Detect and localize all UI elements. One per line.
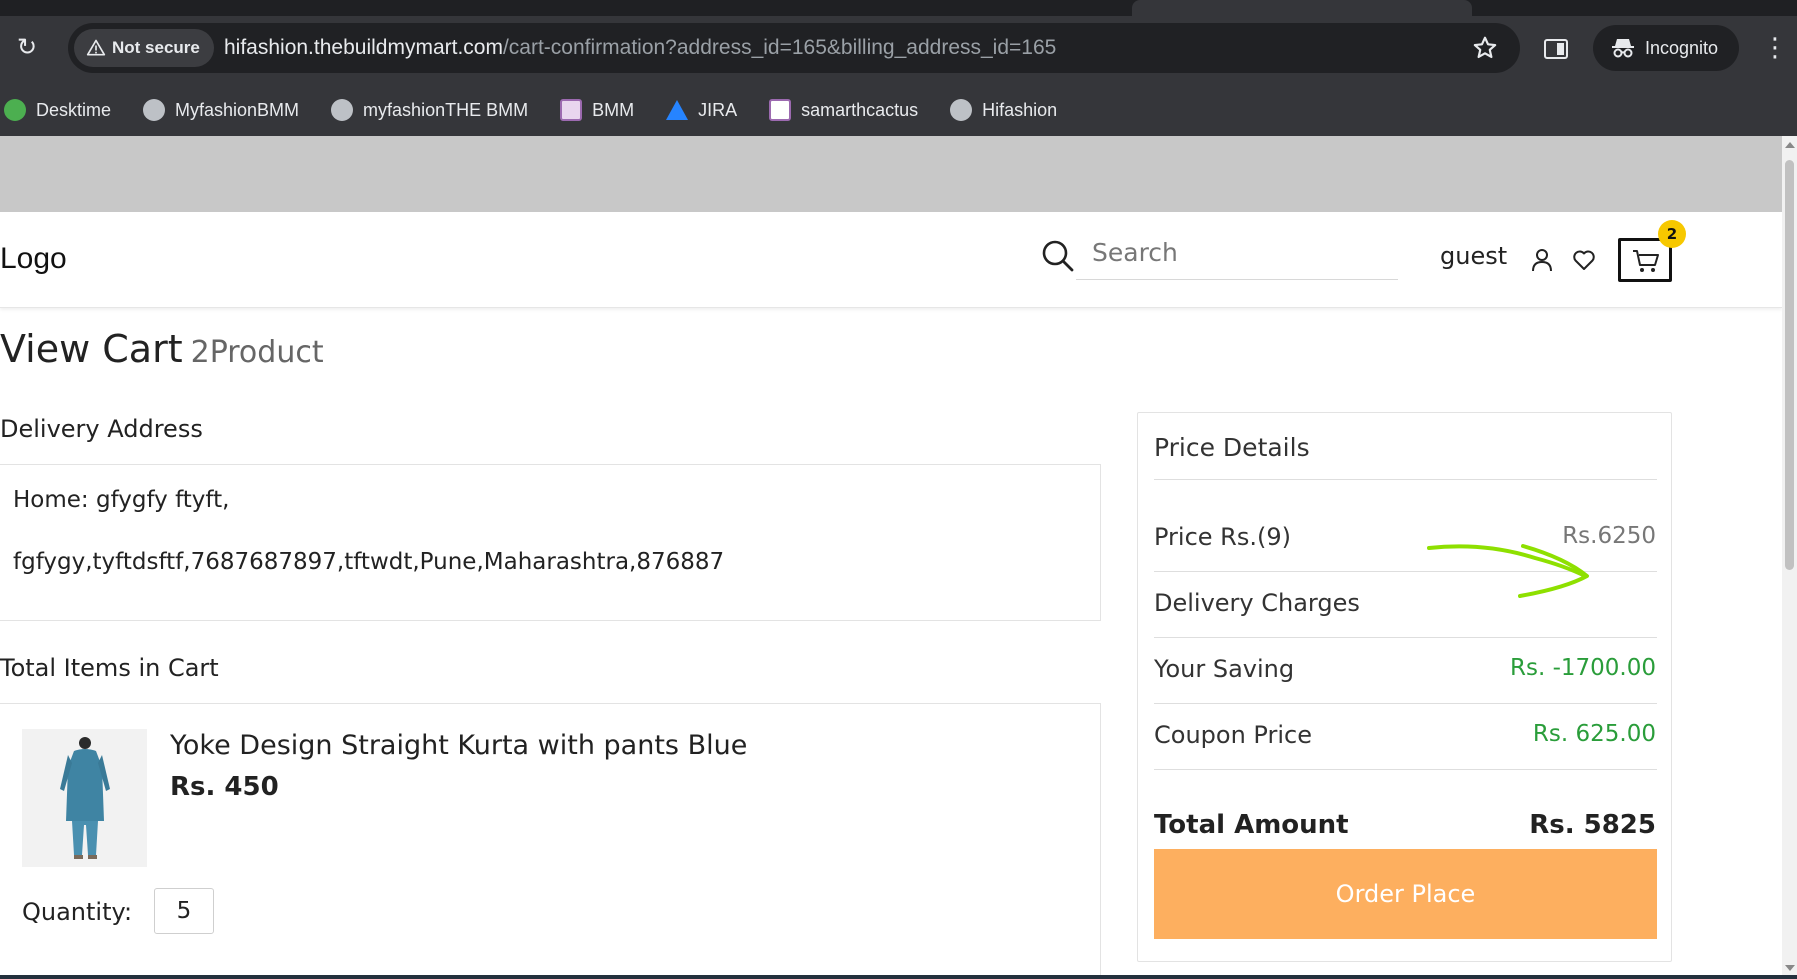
incognito-chip[interactable]: Incognito bbox=[1593, 25, 1739, 71]
search-input[interactable] bbox=[1076, 226, 1398, 280]
bookmark-item[interactable]: Hifashion bbox=[950, 99, 1057, 121]
address-line-1: Home: gfygfy ftyft, bbox=[13, 487, 230, 513]
cactus-icon bbox=[769, 99, 792, 121]
view-cart-title: View Cart bbox=[0, 327, 183, 371]
browser-menu-icon[interactable]: ⋮ bbox=[1762, 32, 1788, 64]
incognito-label: Incognito bbox=[1645, 37, 1719, 58]
order-place-button[interactable]: Order Place bbox=[1154, 849, 1657, 939]
items-title: Total Items in Cart bbox=[0, 654, 219, 682]
coupon-price-value: Rs. 625.00 bbox=[1532, 721, 1656, 747]
delivery-address-card: Home: gfygfy ftyft, fgfygy,tyftdsftf,768… bbox=[0, 464, 1101, 621]
bookmark-label: BMM bbox=[592, 99, 635, 120]
total-amount-label: Total Amount bbox=[1154, 810, 1349, 840]
bookmarks-bar: Desktime MyfashionBMM myfashionTHE BMM BMM J… bbox=[0, 84, 1797, 136]
web-page: Logo guest 2 View Cart2Product Delivery … bbox=[0, 136, 1782, 979]
url-text[interactable]: hifashion.thebuildmymart.com/cart-confir… bbox=[224, 23, 1056, 73]
scroll-thumb[interactable] bbox=[1785, 160, 1794, 570]
browser-tab[interactable] bbox=[1132, 0, 1472, 16]
site-logo[interactable]: Logo bbox=[0, 242, 67, 276]
security-chip[interactable]: Not secure bbox=[74, 29, 214, 67]
wishlist-heart-icon[interactable] bbox=[1572, 248, 1596, 272]
divider bbox=[1154, 479, 1657, 480]
top-banner bbox=[0, 136, 1782, 212]
globe-icon bbox=[143, 99, 166, 121]
globe-icon bbox=[950, 99, 973, 121]
browser-tab-strip bbox=[0, 0, 1797, 16]
address-bar[interactable]: Not secure hifashion.thebuildmymart.com/… bbox=[68, 23, 1520, 73]
saving-label: Your Saving bbox=[1154, 655, 1295, 683]
bookmark-item[interactable]: Desktime bbox=[4, 99, 111, 121]
scroll-up-icon[interactable] bbox=[1785, 142, 1795, 148]
cart-items-card: Yoke Design Straight Kurta with pants Bl… bbox=[0, 703, 1101, 979]
bookmark-item[interactable]: JIRA bbox=[666, 100, 737, 121]
delivery-address-title: Delivery Address bbox=[0, 415, 203, 443]
bookmark-item[interactable]: BMM bbox=[560, 99, 634, 121]
user-name[interactable]: guest bbox=[1440, 242, 1507, 270]
quantity-field[interactable]: 5 bbox=[154, 888, 214, 934]
product-name[interactable]: Yoke Design Straight Kurta with pants Bl… bbox=[170, 730, 747, 761]
bookmark-star-icon[interactable] bbox=[1472, 35, 1498, 61]
bookmark-label: samarthcactus bbox=[801, 99, 919, 120]
side-panel-icon[interactable] bbox=[1544, 39, 1568, 59]
bookmark-label: Hifashion bbox=[982, 99, 1058, 120]
divider bbox=[1154, 637, 1657, 638]
site-header: Logo guest 2 bbox=[0, 212, 1782, 308]
cart-icon bbox=[1633, 250, 1659, 272]
page-scrollbar[interactable] bbox=[1782, 136, 1797, 979]
incognito-icon bbox=[1612, 39, 1634, 58]
url-host: hifashion.thebuildmymart.com bbox=[224, 36, 503, 59]
divider bbox=[1154, 769, 1657, 770]
price-details-title: Price Details bbox=[1154, 433, 1310, 462]
bmm-icon bbox=[560, 99, 583, 121]
total-amount-value: Rs. 5825 bbox=[1529, 810, 1656, 840]
annotation-arrow-icon bbox=[1427, 544, 1589, 598]
bookmark-item[interactable]: samarthcactus bbox=[769, 99, 918, 121]
price-details-card: Price Details Price Rs.(9) Rs.6250 Deliv… bbox=[1137, 412, 1672, 962]
divider bbox=[1154, 703, 1657, 704]
product-price: Rs. 450 bbox=[170, 772, 279, 802]
jira-icon bbox=[666, 100, 689, 120]
delivery-charges-label: Delivery Charges bbox=[1154, 589, 1360, 617]
url-path: /cart-confirmation?address_id=165&billin… bbox=[502, 36, 1057, 59]
coupon-price-label: Coupon Price bbox=[1154, 721, 1312, 749]
bookmark-label: Desktime bbox=[36, 99, 112, 120]
price-label: Price Rs.(9) bbox=[1154, 523, 1291, 551]
user-icon[interactable] bbox=[1530, 247, 1554, 273]
address-line-2: fgfygy,tyftdsftf,7687687897,tftwdt,Pune,… bbox=[13, 549, 725, 575]
search-icon[interactable] bbox=[1040, 238, 1076, 274]
product-count: 2Product bbox=[190, 335, 324, 370]
bookmark-label: myfashionTHE BMM bbox=[363, 99, 529, 120]
desktime-icon bbox=[4, 99, 26, 121]
bookmark-item[interactable]: MyfashionBMM bbox=[143, 99, 299, 121]
bookmark-label: JIRA bbox=[698, 99, 738, 120]
quantity-label: Quantity: bbox=[22, 898, 133, 926]
bookmark-label: MyfashionBMM bbox=[175, 99, 300, 120]
warning-icon bbox=[86, 39, 106, 56]
reload-icon[interactable]: ↻ bbox=[14, 34, 40, 60]
taskbar-strip bbox=[0, 975, 1797, 979]
globe-icon bbox=[331, 99, 354, 121]
scroll-down-icon[interactable] bbox=[1785, 965, 1795, 971]
saving-value: Rs. -1700.00 bbox=[1510, 655, 1656, 681]
product-image[interactable] bbox=[22, 729, 147, 867]
page-title: View Cart 2Product bbox=[0, 327, 324, 371]
security-label: Not secure bbox=[112, 38, 200, 57]
cart-count-badge: 2 bbox=[1658, 220, 1686, 248]
bookmark-item[interactable]: myfashionTHE BMM bbox=[331, 99, 528, 121]
